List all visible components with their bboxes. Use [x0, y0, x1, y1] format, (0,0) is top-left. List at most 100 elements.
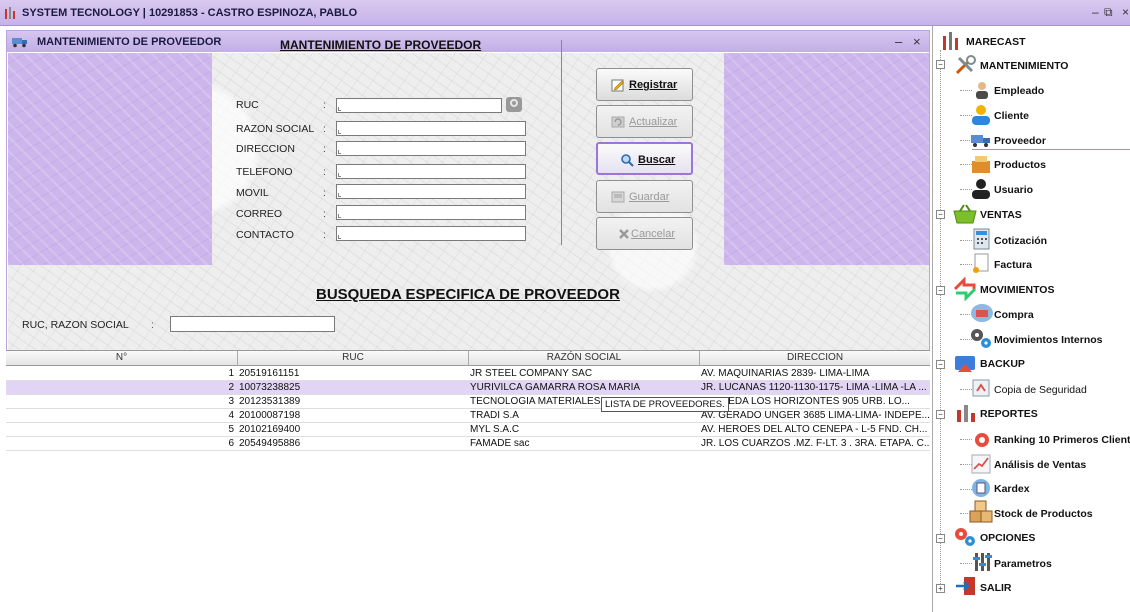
colon: : — [151, 319, 154, 331]
maximize-button[interactable]: ⧉ — [1104, 5, 1113, 20]
close-app-button[interactable]: × — [1122, 5, 1129, 19]
actualizar-button[interactable]: Actualizar — [596, 105, 693, 138]
window-close-button[interactable]: × — [913, 34, 921, 49]
colon: : — [323, 123, 326, 135]
colon: : — [323, 99, 326, 111]
contacto-field[interactable] — [336, 226, 526, 241]
guardar-button[interactable]: Guardar — [596, 180, 693, 213]
razon-social-field[interactable] — [336, 121, 526, 136]
tree-item-copia-de-seguridad[interactable]: Copia de Seguridad — [994, 384, 1087, 396]
left-decor-panel — [8, 53, 212, 265]
tree-item-cotizacion[interactable]: Cotización — [994, 235, 1047, 247]
colon: : — [323, 143, 326, 155]
buscar-label: Buscar — [638, 154, 676, 166]
tree-group-salir[interactable]: SALIR — [980, 582, 1012, 594]
tree-group-backup[interactable]: BACKUP — [980, 358, 1025, 370]
label-ruc: RUC — [236, 99, 259, 111]
window-title: MANTENIMIENTO DE PROVEEDOR — [37, 36, 222, 48]
tree-item-compra[interactable]: Compra — [994, 309, 1034, 321]
correo-field[interactable] — [336, 205, 526, 220]
column-header-razon-social[interactable]: RAZÓN SOCIAL — [469, 352, 699, 365]
sales-chart-icon — [971, 454, 991, 474]
app-logo-icon — [5, 7, 15, 19]
table-row[interactable]: 1 20519161151 JR STEEL COMPANY SAC AV. M… — [6, 367, 930, 381]
cell-direccion: JR. LUCANAS 1120-1130-1175- LIMA -LIMA -… — [701, 382, 927, 393]
telefono-field[interactable] — [336, 164, 526, 179]
cell-razon-social: FAMADE sac — [470, 438, 530, 449]
tree-item-factura[interactable]: Factura — [994, 259, 1032, 271]
kardex-icon — [972, 479, 990, 497]
tree-item-productos[interactable]: Productos — [994, 159, 1046, 171]
colon: : — [323, 229, 326, 241]
collapse-toggle[interactable]: − — [936, 534, 945, 543]
tree-item-proveedor[interactable]: Proveedor — [994, 135, 1046, 147]
tree-item-usuario[interactable]: Usuario — [994, 184, 1033, 196]
ruc-search-button[interactable] — [506, 97, 522, 112]
expand-toggle[interactable]: + — [936, 584, 945, 593]
direccion-field[interactable] — [336, 141, 526, 156]
table-row[interactable]: 3 20123531389 TECNOLOGIA MATERIALES S AL… — [6, 395, 930, 409]
cancelar-button[interactable]: Cancelar — [596, 217, 693, 250]
arrows-icon — [953, 277, 977, 301]
label-movil: MOVIL — [236, 187, 269, 199]
cancelar-label: Cancelar — [631, 228, 676, 240]
tree-group-ventas[interactable]: VENTAS — [980, 209, 1022, 221]
shopping-basket-icon — [953, 204, 977, 224]
table-header: N° RUC RAZÓN SOCIAL DIRECCION — [6, 351, 930, 366]
collapse-toggle[interactable]: − — [936, 360, 945, 369]
tree-group-reportes[interactable]: REPORTES — [980, 408, 1038, 420]
column-header-n[interactable]: N° — [6, 352, 237, 365]
colon: : — [323, 187, 326, 199]
column-header-direccion[interactable]: DIRECCION — [700, 352, 930, 365]
movil-field[interactable] — [336, 184, 526, 199]
ruc-field[interactable] — [336, 98, 502, 113]
tree-item-empleado[interactable]: Empleado — [994, 85, 1044, 97]
tree-item-stock-de-productos[interactable]: Stock de Productos — [994, 508, 1093, 520]
table-row[interactable]: 4 20100087198 TRADI S.A AV. GERADO UNGER… — [6, 409, 930, 423]
table-row[interactable]: 6 20549495886 FAMADE sac JR. LOS CUARZOS… — [6, 437, 930, 451]
buscar-button[interactable]: Buscar — [596, 142, 693, 175]
column-header-ruc[interactable]: RUC — [238, 352, 468, 365]
cell-n: 3 — [228, 396, 234, 407]
minimize-button[interactable]: – — [1092, 5, 1099, 19]
proveedores-table[interactable]: N° RUC RAZÓN SOCIAL DIRECCION 1 20519161… — [6, 350, 930, 608]
ranking-icon — [975, 433, 989, 447]
tree-item-cliente[interactable]: Cliente — [994, 110, 1029, 122]
tree-line — [940, 50, 941, 590]
search-title: BUSQUEDA ESPECIFICA DE PROVEEDOR — [316, 286, 620, 303]
collapse-toggle[interactable]: − — [936, 210, 945, 219]
registrar-button[interactable]: Registrar — [596, 68, 693, 101]
table-row[interactable]: 5 20102169400 MYL S.A.C AV. HEROES DEL A… — [6, 423, 930, 437]
parameters-icon — [973, 553, 992, 571]
tree-root-marecast[interactable]: MARECAST — [966, 36, 1026, 48]
table-row-selected[interactable]: 2 10073238825 YURIVILCA GAMARRA ROSA MAR… — [6, 381, 930, 395]
cell-ruc: 20549495886 — [239, 438, 301, 449]
search-label: RUC, RAZON SOCIAL — [22, 319, 129, 331]
tree-item-kardex[interactable]: Kardex — [994, 483, 1030, 495]
colon: : — [323, 208, 326, 220]
collapse-toggle[interactable]: − — [936, 410, 945, 419]
tree-group-opciones[interactable]: OPCIONES — [980, 532, 1035, 544]
label-telefono: TELEFONO — [236, 166, 293, 178]
window-minimize-button[interactable]: – — [895, 34, 902, 49]
cell-ruc: 20102169400 — [239, 424, 301, 435]
collapse-toggle[interactable]: − — [936, 60, 945, 69]
exit-icon — [956, 577, 975, 595]
tree-item-parametros[interactable]: Parametros — [994, 558, 1052, 570]
tree-group-movimientos[interactable]: MOVIMIENTOS — [980, 284, 1054, 296]
truck-icon — [12, 38, 27, 48]
purchase-icon — [971, 304, 993, 322]
stock-boxes-icon — [969, 500, 993, 523]
tree-group-mantenimiento[interactable]: MANTENIMIENTO — [980, 60, 1068, 72]
cell-direccion: JR. LOS CUARZOS .MZ. F-LT. 3 . 3RA. ETAP… — [701, 438, 929, 449]
tree-item-ranking-10-primeros-clientes[interactable]: Ranking 10 Primeros Clientes — [994, 434, 1130, 446]
label-direccion: DIRECCION — [236, 143, 295, 155]
user-icon — [972, 179, 990, 199]
search-input[interactable] — [170, 316, 335, 332]
tree-item-movimientos-internos[interactable]: Movimientos Internos — [994, 334, 1103, 346]
tree-item-analisis-de-ventas[interactable]: Análisis de Ventas — [994, 459, 1086, 471]
cell-ruc: 20519161151 — [239, 368, 300, 379]
options-gears-icon — [955, 528, 975, 546]
cell-direccion: AV. MAQUINARIAS 2839- LIMA-LIMA — [701, 368, 870, 379]
collapse-toggle[interactable]: − — [936, 286, 945, 295]
